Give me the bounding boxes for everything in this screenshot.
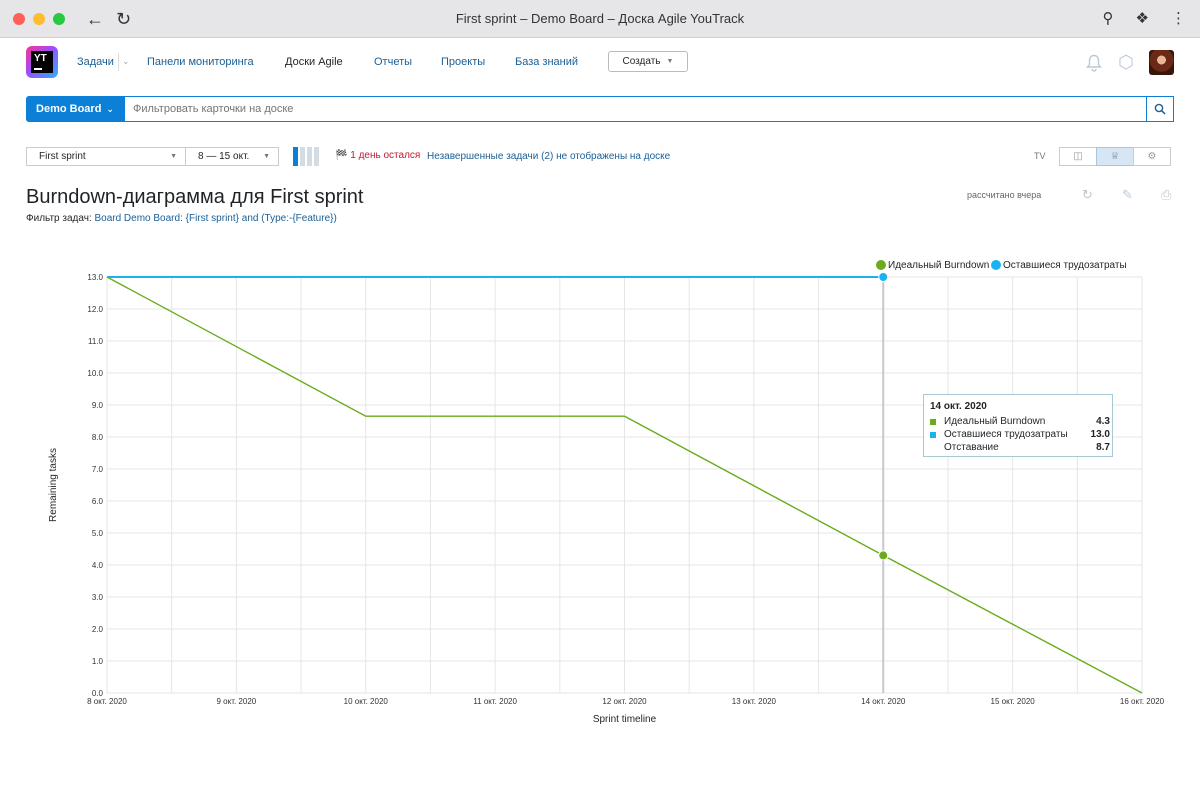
days-left-text: 1 день остался [350,150,421,161]
tooltip-value: 8.7 [1096,442,1110,453]
tooltip-swatch [930,431,936,438]
x-axis-title: Sprint timeline [593,714,657,725]
tooltip-row: Идеальный Burndown 4.3 [930,415,1112,428]
filter-query-link[interactable]: Board Demo Board: {First sprint} and (Ty… [94,213,336,224]
tooltip-value: 13.0 [1090,429,1110,440]
sprint-dates-select[interactable]: 8 — 15 окт. ▼ [185,147,279,166]
sprint-progress-icon[interactable] [293,147,319,166]
caret-down-icon: ▼ [666,58,674,65]
refresh-icon[interactable]: ↻ [1082,187,1093,203]
sprint-select[interactable]: First sprint ▼ [26,147,186,166]
x-tick-label: 15 окт. 2020 [991,697,1036,706]
search-icon [1154,103,1166,115]
notifications-bell-icon[interactable] [1086,54,1102,72]
zoom-magnifier-icon[interactable]: ⚲ [1103,9,1114,27]
window-title: First sprint – Demo Board – Доска Agile … [455,11,745,26]
data-point-marker [878,550,889,561]
search-button[interactable] [1146,96,1174,122]
tooltip-date: 14 окт. 2020 [930,401,987,412]
print-icon[interactable]: ⎙ [1161,187,1171,203]
chevron-down-icon[interactable]: ⌄ [122,56,130,67]
y-tick-label: 9.0 [92,401,104,410]
board-settings-gear-icon[interactable]: ⚙ [1133,147,1171,166]
filter-label: Фильтр задач: [26,213,92,224]
x-tick-label: 13 окт. 2020 [732,697,777,706]
y-tick-label: 4.0 [92,561,104,570]
y-tick-label: 3.0 [92,593,104,602]
x-tick-label: 11 окт. 2020 [473,697,517,706]
calculated-status: рассчитано вчера [967,190,1042,200]
y-tick-label: 8.0 [92,433,104,442]
edit-pencil-icon[interactable]: ✎ [1122,187,1133,203]
x-tick-label: 12 окт. 2020 [602,697,647,706]
tooltip-series-name: Отставание [944,442,999,453]
board-selector-label: Demo Board [36,103,102,115]
sprint-dates-value: 8 — 15 окт. [198,151,250,162]
user-avatar[interactable] [1149,50,1174,75]
board-filter-input[interactable] [124,96,1146,122]
youtrack-logo[interactable]: YT [26,46,58,78]
nav-agile-boards[interactable]: Доски Agile [285,56,343,68]
caret-down-icon: ▼ [170,153,177,160]
sprint-toolbar: First sprint ▼ 8 — 15 окт. ▼ 🏁 1 день ос… [26,147,1174,166]
tooltip-series-name: Оставшиеся трудозатраты [944,429,1068,440]
chevron-down-icon: ⌄ [106,103,114,114]
nav-issues[interactable]: Задачи [77,56,114,68]
tooltip-row: Отставание 8.7 [930,441,1112,454]
legend-item-label: Идеальный Burndown [888,260,989,271]
data-point-marker [878,272,889,282]
y-tick-label: 6.0 [92,497,104,506]
report-title: Burndown-диаграмма для First sprint [26,186,364,208]
tooltip-row: Оставшиеся трудозатраты 13.0 [930,428,1112,441]
y-tick-label: 10.0 [87,369,103,378]
y-tick-label: 11.0 [88,337,104,346]
help-hexagon-icon[interactable]: ⬡ [1118,52,1134,73]
extensions-puzzle-icon[interactable]: ❖ [1136,9,1149,27]
caret-down-icon: ▼ [263,153,270,160]
nav-dashboards[interactable]: Панели мониторинга [147,56,254,68]
tv-mode-button[interactable]: TV [1034,151,1046,161]
burndown-chart: 0.01.02.03.04.05.06.07.08.09.010.011.012… [48,260,1165,725]
x-tick-label: 8 окт. 2020 [87,697,127,706]
y-tick-label: 2.0 [92,625,104,634]
view-switcher: ◫ ♕ ⚙ [1059,147,1171,166]
x-tick-label: 9 окт. 2020 [217,697,257,706]
legend-item-label: Оставшиеся трудозатраты [1003,260,1127,271]
y-tick-label: 7.0 [92,465,104,474]
issue-filter: Фильтр задач: Board Demo Board: {First s… [26,213,337,224]
create-button[interactable]: Создать ▼ [608,51,688,72]
app-header: YT Задачи ⌄ Панели мониторинга Доски Agi… [0,38,1200,88]
tooltip-series-name: Идеальный Burndown [944,416,1046,427]
board-selector-button[interactable]: Demo Board ⌄ [26,96,124,122]
y-tick-label: 13.0 [87,273,103,282]
board-view-tray-icon[interactable]: ◫ [1059,147,1097,166]
nav-projects[interactable]: Проекты [441,56,485,68]
legend-swatch [876,260,886,270]
tooltip-swatch [930,418,936,425]
board-search-row: Demo Board ⌄ [26,96,1174,122]
nav-reports[interactable]: Отчеты [374,56,412,68]
y-tick-label: 5.0 [92,529,104,538]
sprint-days-left: 🏁 1 день остался [335,150,421,161]
nav-knowledge-base[interactable]: База знаний [515,56,578,68]
logo-text: YT [31,51,53,73]
chart-view-crown-icon[interactable]: ♕ [1096,147,1134,166]
tooltip-swatch [930,445,936,451]
unresolved-issues-link[interactable]: Незавершенные задачи (2) не отображены н… [427,151,670,162]
chart-tooltip: 14 окт. 2020 Идеальный Burndown 4.3 Оставш… [923,394,1113,457]
y-tick-label: 1.0 [92,657,104,666]
nav-divider [118,53,119,71]
x-tick-label: 10 окт. 2020 [344,697,389,706]
more-menu-icon[interactable]: ⋮ [1171,9,1186,27]
y-tick-label: 12.0 [87,305,103,314]
x-tick-label: 14 окт. 2020 [861,697,906,706]
sprint-select-value: First sprint [39,151,86,162]
create-label: Создать [622,56,661,67]
tooltip-value: 4.3 [1096,416,1110,427]
browser-toolbar: ← ↻ First sprint – Demo Board – Доска Ag… [0,0,1200,38]
legend-swatch [991,260,1001,270]
y-axis-title: Remaining tasks [48,448,59,522]
x-tick-label: 16 окт. 2020 [1120,697,1165,706]
